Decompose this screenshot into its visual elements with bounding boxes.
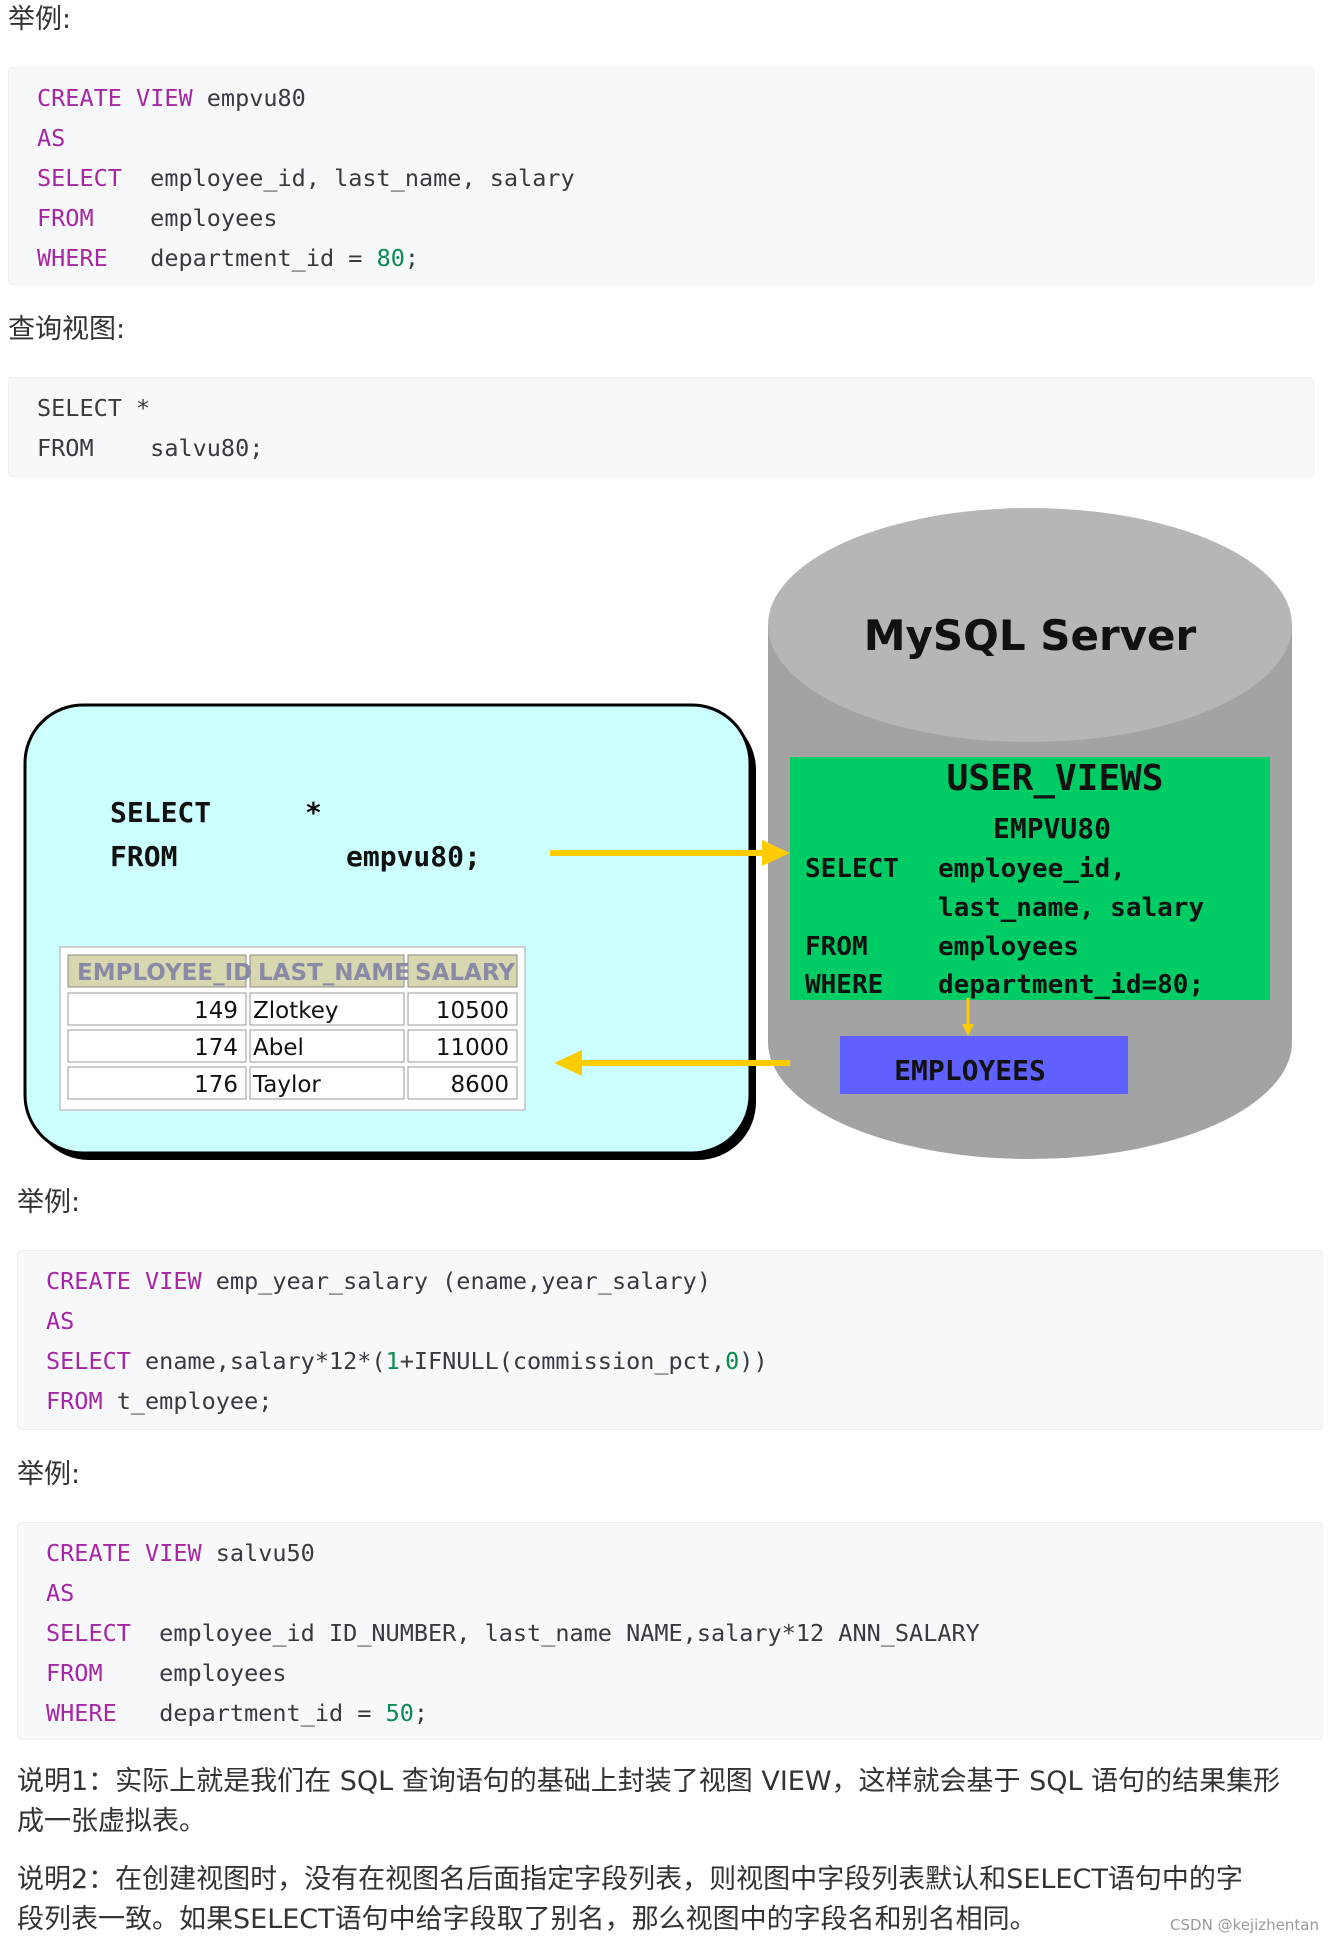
code-keyword: FROM xyxy=(46,1387,103,1415)
user-views-box: USER_VIEWS EMPVU80 SELECT employee_id, l… xyxy=(790,757,1270,1000)
view-sql-text: employees xyxy=(938,932,1079,962)
client-select-star: * xyxy=(305,796,322,829)
result-cell: Zlotkey xyxy=(253,998,339,1024)
code-keyword: VIEW xyxy=(145,1267,202,1295)
code-keyword: AS xyxy=(46,1579,75,1607)
view-sql-keyword: WHERE xyxy=(805,970,883,1000)
view-sql-text: employee_id, xyxy=(938,854,1126,884)
explanation-1: 说明1：实际上就是我们在 SQL 查询语句的基础上封装了视图 VIEW，这样就会… xyxy=(17,1762,1317,1842)
code-number: 50 xyxy=(385,1699,414,1727)
code-keyword: FROM xyxy=(46,1659,103,1687)
code-block-create-emp-year-salary: CREATE VIEW emp_year_salary (ename,year_… xyxy=(17,1250,1323,1430)
client-from-keyword: FROM xyxy=(110,840,177,873)
example-label-3: 举例: xyxy=(17,1459,81,1490)
code-keyword: SELECT xyxy=(46,1347,131,1375)
code-block-create-empvu80: CREATE VIEW empvu80 AS SELECT employee_i… xyxy=(8,67,1314,285)
code-keyword: WHERE xyxy=(37,244,108,272)
result-cell: 149 xyxy=(194,998,238,1024)
result-cell: 174 xyxy=(194,1035,238,1061)
result-cell: 11000 xyxy=(436,1035,509,1061)
view-sql-keyword: FROM xyxy=(805,932,868,962)
code-keyword: CREATE xyxy=(46,1267,131,1295)
view-sql-text: department_id=80; xyxy=(938,970,1204,1000)
explanation-2: 说明2：在创建视图时，没有在视图名后面指定字段列表，则视图中字段列表默认和SEL… xyxy=(17,1860,1317,1940)
code-text: employee_id, last_name, salary xyxy=(121,164,575,192)
code-number: 1 xyxy=(385,1347,400,1375)
view-diagram: MySQL Server SELECT * FROM empvu80; EMPL… xyxy=(23,508,1292,1160)
result-cell: 176 xyxy=(194,1072,238,1098)
code-block-select-salvu80: SELECT * FROM salvu80; xyxy=(8,377,1314,477)
code-text: +IFNULL(commission_pct, xyxy=(399,1347,726,1375)
watermark: CSDN @kejizhentan xyxy=(1170,1916,1319,1934)
code-text: ; xyxy=(413,1699,429,1727)
code-keyword: AS xyxy=(37,124,66,152)
example-label-2: 举例: xyxy=(17,1187,81,1218)
paragraph-line: 段列表一致。如果SELECT语句中给字段取了别名，那么视图中的字段名和别名相同。 xyxy=(17,1904,1037,1935)
code-text: employees xyxy=(93,204,278,232)
code-text: t_employee; xyxy=(102,1387,273,1415)
result-header-salary: SALARY xyxy=(415,960,515,986)
code-keyword: SELECT xyxy=(46,1619,131,1647)
query-view-label: 查询视图: xyxy=(8,314,126,345)
code-block-create-salvu50: CREATE VIEW salvu50 AS SELECT employee_i… xyxy=(17,1522,1323,1740)
result-cell: 8600 xyxy=(450,1072,509,1098)
view-sql-keyword: SELECT xyxy=(805,854,899,884)
client-box: SELECT * FROM empvu80; EMPLOYEE_ID LAST_… xyxy=(23,703,756,1160)
example-label-1: 举例: xyxy=(8,4,72,35)
result-cell: Taylor xyxy=(252,1072,321,1098)
code-text: )) xyxy=(739,1347,768,1375)
code-text: department_id = xyxy=(116,1699,386,1727)
client-view-name: empvu80; xyxy=(346,840,481,873)
paragraph-line: 成一张虚拟表。 xyxy=(17,1806,206,1837)
code-keyword: AS xyxy=(46,1307,75,1335)
result-cell: 10500 xyxy=(436,998,509,1024)
user-views-title: USER_VIEWS xyxy=(947,758,1164,799)
code-text: department_id = xyxy=(107,244,377,272)
code-text: empvu80 xyxy=(192,84,306,112)
code-number: 0 xyxy=(725,1347,740,1375)
code-text: salvu50 xyxy=(201,1539,315,1567)
code-text: employees xyxy=(102,1659,287,1687)
code-keyword: SELECT xyxy=(37,164,122,192)
code-keyword: CREATE xyxy=(37,84,122,112)
code-text: emp_year_salary (ename,year_salary) xyxy=(201,1267,711,1295)
client-select-keyword: SELECT xyxy=(110,796,211,829)
code-line: SELECT * xyxy=(37,394,151,422)
code-text: ename,salary*12*( xyxy=(130,1347,386,1375)
result-header-last-name: LAST_NAME xyxy=(258,960,410,986)
code-keyword: CREATE xyxy=(46,1539,131,1567)
result-cell: Abel xyxy=(253,1035,304,1061)
employees-table-label: EMPLOYEES xyxy=(894,1054,1046,1087)
view-sql-text: last_name, salary xyxy=(938,893,1204,923)
code-keyword: VIEW xyxy=(136,84,193,112)
code-number: 80 xyxy=(376,244,405,272)
code-keyword: VIEW xyxy=(145,1539,202,1567)
paragraph-line: 说明1：实际上就是我们在 SQL 查询语句的基础上封装了视图 VIEW，这样就会… xyxy=(17,1766,1281,1797)
code-text: employee_id ID_NUMBER, last_name NAME,sa… xyxy=(130,1619,980,1647)
code-line: FROM salvu80; xyxy=(37,434,264,462)
server-title: MySQL Server xyxy=(864,611,1197,660)
result-table: EMPLOYEE_ID LAST_NAME SALARY 149 Zlotkey… xyxy=(59,946,526,1111)
code-keyword: FROM xyxy=(37,204,94,232)
code-text: ; xyxy=(404,244,420,272)
view-name: EMPVU80 xyxy=(993,812,1111,845)
paragraph-line: 说明2：在创建视图时，没有在视图名后面指定字段列表，则视图中字段列表默认和SEL… xyxy=(17,1864,1243,1895)
code-keyword: WHERE xyxy=(46,1699,117,1727)
result-header-employee-id: EMPLOYEE_ID xyxy=(77,960,252,986)
